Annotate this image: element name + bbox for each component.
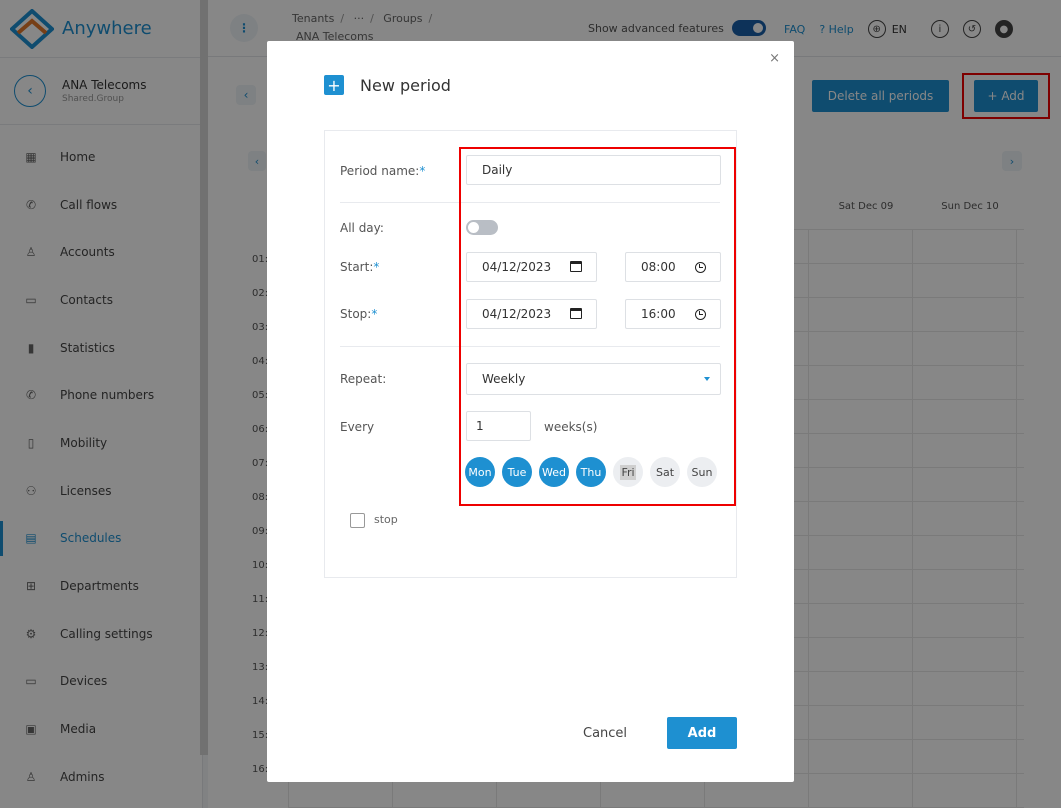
plus-icon: +: [324, 75, 344, 95]
highlight-form-fields: [459, 147, 736, 506]
stop-checkbox-label: stop: [374, 513, 398, 526]
cancel-button[interactable]: Cancel: [583, 726, 627, 741]
dialog-title-text: New period: [360, 75, 451, 95]
all-day-label: All day:: [340, 221, 384, 235]
stop-label: Stop:*: [340, 307, 378, 321]
dialog-title: + New period: [324, 75, 451, 95]
period-name-label: Period name:*: [340, 164, 426, 178]
stop-checkbox[interactable]: [350, 513, 365, 528]
start-label: Start:*: [340, 260, 380, 274]
add-button[interactable]: Add: [667, 717, 737, 749]
repeat-label: Repeat:: [340, 372, 387, 386]
close-icon[interactable]: ×: [769, 51, 780, 66]
every-label: Every: [340, 420, 375, 434]
